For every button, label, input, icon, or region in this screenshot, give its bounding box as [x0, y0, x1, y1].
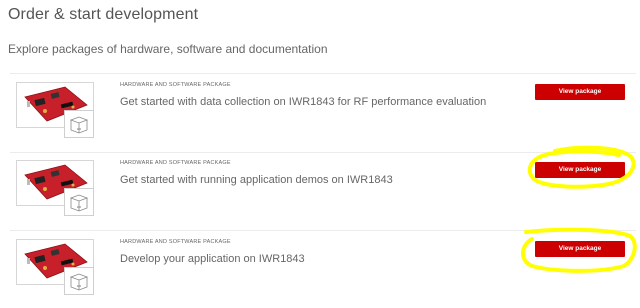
- page-subtitle: Explore packages of hardware, software a…: [8, 42, 328, 56]
- view-package-button[interactable]: View package: [535, 162, 625, 178]
- package-title[interactable]: Develop your application on IWR1843: [120, 253, 305, 265]
- box-icon-label: co: [77, 283, 82, 288]
- package-category: HARDWARE AND SOFTWARE PACKAGE: [120, 239, 231, 245]
- package-category: HARDWARE AND SOFTWARE PACKAGE: [120, 160, 231, 166]
- package-row: co HARDWARE AND SOFTWARE PACKAGE Get sta…: [10, 155, 636, 229]
- box-icon-label: co: [77, 126, 82, 131]
- row-divider: [10, 152, 636, 153]
- package-title[interactable]: Get started with running application dem…: [120, 174, 393, 186]
- box-icon-label: co: [77, 204, 82, 209]
- package-box-icon: co: [64, 267, 94, 295]
- package-title[interactable]: Get started with data collection on IWR1…: [120, 96, 486, 108]
- view-package-button[interactable]: View package: [535, 241, 625, 257]
- package-category: HARDWARE AND SOFTWARE PACKAGE: [120, 82, 231, 88]
- package-box-icon: co: [64, 188, 94, 216]
- row-divider: [10, 73, 636, 74]
- row-divider: [10, 230, 636, 231]
- page-title: Order & start development: [8, 6, 199, 23]
- package-row: co HARDWARE AND SOFTWARE PACKAGE Get sta…: [10, 77, 636, 151]
- package-row: co HARDWARE AND SOFTWARE PACKAGE Develop…: [10, 234, 636, 308]
- view-package-button[interactable]: View package: [535, 84, 625, 100]
- package-box-icon: co: [64, 110, 94, 138]
